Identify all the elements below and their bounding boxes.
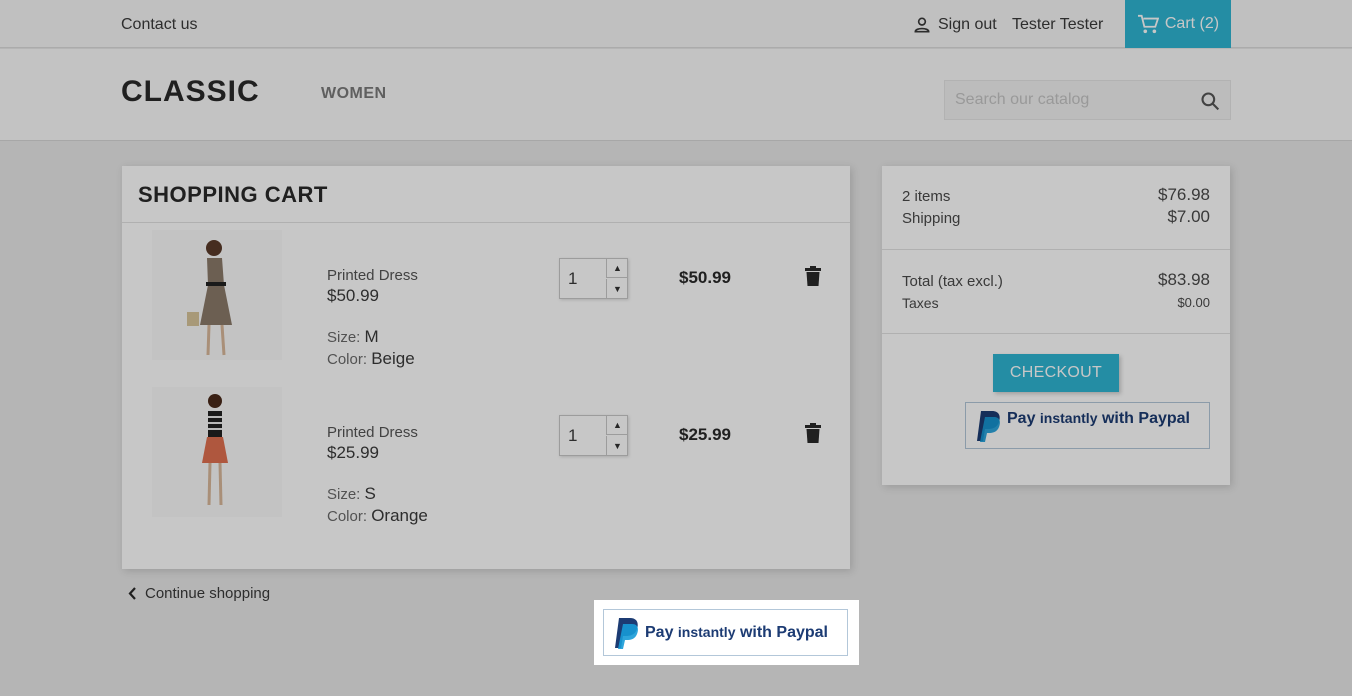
color-label: Color: bbox=[327, 351, 368, 368]
account-link[interactable]: Tester Tester bbox=[1012, 16, 1103, 34]
paypal-instantly: instantly bbox=[677, 623, 736, 640]
search-icon[interactable] bbox=[1200, 91, 1220, 111]
continue-shopping-label: Continue shopping bbox=[145, 585, 271, 602]
paypal-with: with Paypal bbox=[1101, 409, 1190, 427]
summary-total-row: Total (tax excl.) $83.98 bbox=[902, 270, 1210, 290]
size-label: Size: bbox=[327, 329, 361, 346]
paypal-button-highlighted[interactable]: Pay instantly with Paypal bbox=[603, 609, 848, 656]
paypal-logo-icon bbox=[977, 410, 1000, 442]
paypal-pay: Pay bbox=[645, 623, 674, 641]
cart-label: Cart (2) bbox=[1164, 15, 1220, 32]
divider bbox=[882, 249, 1230, 250]
summary-items-row: 2 items $76.98 bbox=[902, 185, 1210, 205]
line-total: $50.99 bbox=[679, 268, 731, 287]
checkout-button[interactable]: CHECKOUT bbox=[993, 354, 1119, 392]
paypal-with: with Paypal bbox=[739, 623, 828, 641]
search-box bbox=[944, 80, 1231, 120]
items-value: $76.98 bbox=[1158, 185, 1210, 204]
product-name[interactable]: Printed Dress bbox=[327, 424, 418, 441]
product-unit-price: $50.99 bbox=[327, 286, 379, 305]
color-value: Beige bbox=[371, 349, 415, 368]
size-value: M bbox=[364, 327, 379, 346]
continue-shopping-link[interactable]: Continue shopping bbox=[128, 585, 270, 602]
paypal-label: Pay instantly with Paypal bbox=[1007, 410, 1190, 428]
cart-line-item: Printed Dress $25.99 Size: S Color: Oran… bbox=[122, 387, 850, 527]
chevron-left-icon bbox=[128, 587, 136, 600]
total-value: $83.98 bbox=[1158, 270, 1210, 289]
top-bar: Contact us Sign out Tester Tester Cart (… bbox=[0, 0, 1352, 48]
cart-title: SHOPPING CART bbox=[138, 182, 328, 207]
search-input[interactable] bbox=[945, 81, 1185, 119]
cart-line-item: Printed Dress $50.99 Size: M Color: Beig… bbox=[122, 230, 850, 370]
contact-us-link[interactable]: Contact us bbox=[121, 16, 197, 34]
product-color: Color: Beige bbox=[327, 349, 415, 369]
paypal-button[interactable]: Pay instantly with Paypal bbox=[965, 402, 1210, 449]
color-value: Orange bbox=[371, 506, 428, 525]
shipping-label: Shipping bbox=[902, 210, 961, 227]
paypal-instantly: instantly bbox=[1039, 409, 1098, 426]
quantity-stepper: ▲ ▼ bbox=[559, 258, 628, 299]
total-label: Total (tax excl.) bbox=[902, 273, 1003, 290]
user-icon bbox=[914, 17, 930, 33]
line-total: $25.99 bbox=[679, 425, 731, 444]
shopping-cart-panel: SHOPPING CART Printed Dress $50.99 Size:… bbox=[122, 166, 850, 569]
paypal-label: Pay instantly with Paypal bbox=[645, 624, 828, 642]
trash-icon[interactable] bbox=[805, 423, 821, 443]
shipping-value: $7.00 bbox=[1167, 207, 1210, 226]
quantity-stepper: ▲ ▼ bbox=[559, 415, 628, 456]
items-count-label: 2 items bbox=[902, 188, 951, 205]
paypal-pay: Pay bbox=[1007, 409, 1036, 427]
sign-out-link[interactable]: Sign out bbox=[912, 15, 997, 35]
summary-taxes-row: Taxes $0.00 bbox=[902, 295, 1210, 311]
quantity-input[interactable] bbox=[560, 259, 606, 298]
divider bbox=[882, 333, 1230, 334]
quantity-input[interactable] bbox=[560, 416, 606, 455]
sign-out-label: Sign out bbox=[938, 16, 997, 33]
chevron-down-icon[interactable]: ▼ bbox=[606, 436, 628, 455]
nav-item-women[interactable]: WOMEN bbox=[321, 85, 387, 103]
paypal-logo-icon bbox=[615, 617, 638, 649]
taxes-value: $0.00 bbox=[1177, 295, 1210, 310]
product-image[interactable] bbox=[152, 387, 282, 517]
product-unit-price: $25.99 bbox=[327, 443, 379, 462]
cart-button[interactable]: Cart (2) bbox=[1125, 0, 1231, 48]
chevron-up-icon[interactable]: ▲ bbox=[606, 259, 628, 278]
site-logo[interactable]: CLASSIC bbox=[121, 75, 260, 109]
summary-shipping-row: Shipping $7.00 bbox=[902, 207, 1210, 227]
product-color: Color: Orange bbox=[327, 506, 428, 526]
product-name[interactable]: Printed Dress bbox=[327, 267, 418, 284]
product-size: Size: S bbox=[327, 484, 376, 504]
size-label: Size: bbox=[327, 486, 361, 503]
divider bbox=[122, 222, 850, 223]
chevron-up-icon[interactable]: ▲ bbox=[606, 416, 628, 435]
product-size: Size: M bbox=[327, 327, 379, 347]
site-header: CLASSIC WOMEN bbox=[0, 49, 1352, 141]
product-image[interactable] bbox=[152, 230, 282, 360]
size-value: S bbox=[364, 484, 376, 503]
color-label: Color: bbox=[327, 508, 368, 525]
cart-icon bbox=[1137, 14, 1159, 34]
chevron-down-icon[interactable]: ▼ bbox=[606, 279, 628, 298]
taxes-label: Taxes bbox=[902, 295, 939, 311]
trash-icon[interactable] bbox=[805, 266, 821, 286]
